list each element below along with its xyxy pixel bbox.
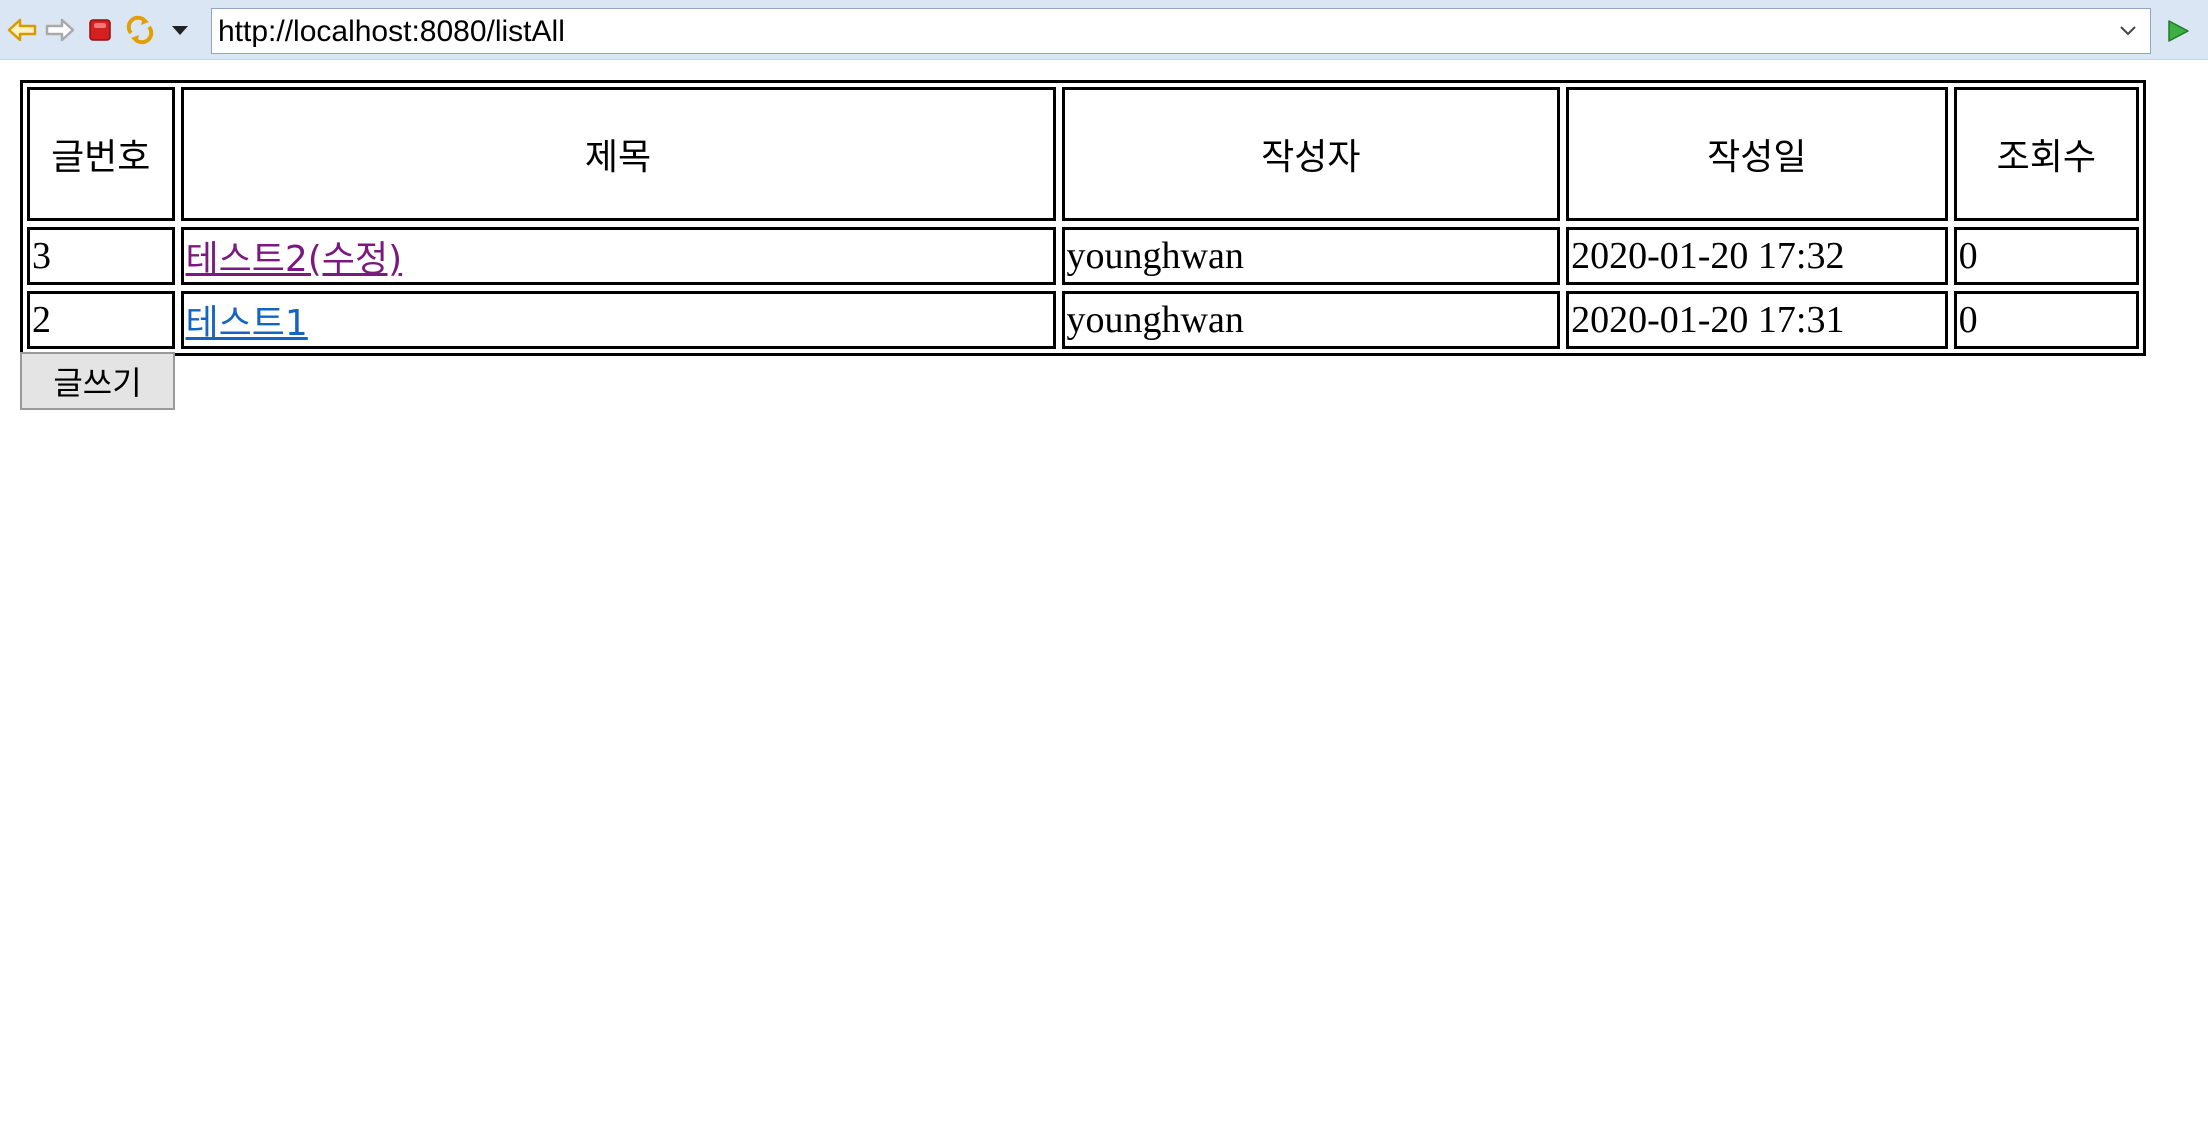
address-text[interactable]: http://localhost:8080/listAll (218, 15, 565, 49)
board-list-table: 글번호 제목 작성자 작성일 조회수 3 테스트2(수정) younghwan … (20, 80, 2146, 356)
post-date-cell: 2020-01-20 17:31 (1566, 291, 1948, 349)
table-row: 3 테스트2(수정) younghwan 2020-01-20 17:32 0 (27, 227, 2139, 285)
history-menu-button[interactable] (164, 14, 196, 46)
column-header-number: 글번호 (27, 87, 175, 221)
table-header-row: 글번호 제목 작성자 작성일 조회수 (27, 87, 2139, 221)
dropdown-triangle-icon (172, 26, 188, 35)
forward-arrow-icon (45, 18, 75, 42)
post-date-cell: 2020-01-20 17:32 (1566, 227, 1948, 285)
post-title-cell: 테스트1 (180, 291, 1056, 349)
forward-button[interactable] (44, 14, 76, 46)
refresh-icon (126, 15, 154, 45)
refresh-button[interactable] (124, 14, 156, 46)
column-header-date: 작성일 (1566, 87, 1948, 221)
browser-toolbar: http://localhost:8080/listAll (0, 0, 2208, 60)
back-button[interactable] (6, 14, 38, 46)
back-arrow-icon (7, 18, 37, 42)
post-views-cell: 0 (1953, 291, 2139, 349)
post-writer-cell: younghwan (1061, 291, 1561, 349)
post-views-cell: 0 (1953, 227, 2139, 285)
address-dropdown-button[interactable] (2110, 13, 2146, 49)
post-number-cell: 2 (27, 291, 175, 349)
column-header-writer: 작성자 (1061, 87, 1561, 221)
post-writer-cell: younghwan (1061, 227, 1561, 285)
write-post-button[interactable]: 글쓰기 (20, 352, 175, 410)
post-title-cell: 테스트2(수정) (180, 227, 1056, 285)
go-button[interactable] (2160, 14, 2196, 48)
post-title-link[interactable]: 테스트2(수정) (186, 239, 403, 280)
column-header-views: 조회수 (1953, 87, 2139, 221)
column-header-title: 제목 (180, 87, 1056, 221)
chevron-down-icon (2120, 26, 2136, 36)
stop-icon (89, 19, 111, 41)
go-play-icon (2168, 20, 2189, 42)
table-row: 2 테스트1 younghwan 2020-01-20 17:31 0 (27, 291, 2139, 349)
address-bar[interactable]: http://localhost:8080/listAll (211, 8, 2151, 54)
post-number-cell: 3 (27, 227, 175, 285)
stop-button[interactable] (84, 14, 116, 46)
board-table: 글번호 제목 작성자 작성일 조회수 3 테스트2(수정) younghwan … (21, 81, 2145, 355)
post-title-link[interactable]: 테스트1 (186, 303, 308, 344)
